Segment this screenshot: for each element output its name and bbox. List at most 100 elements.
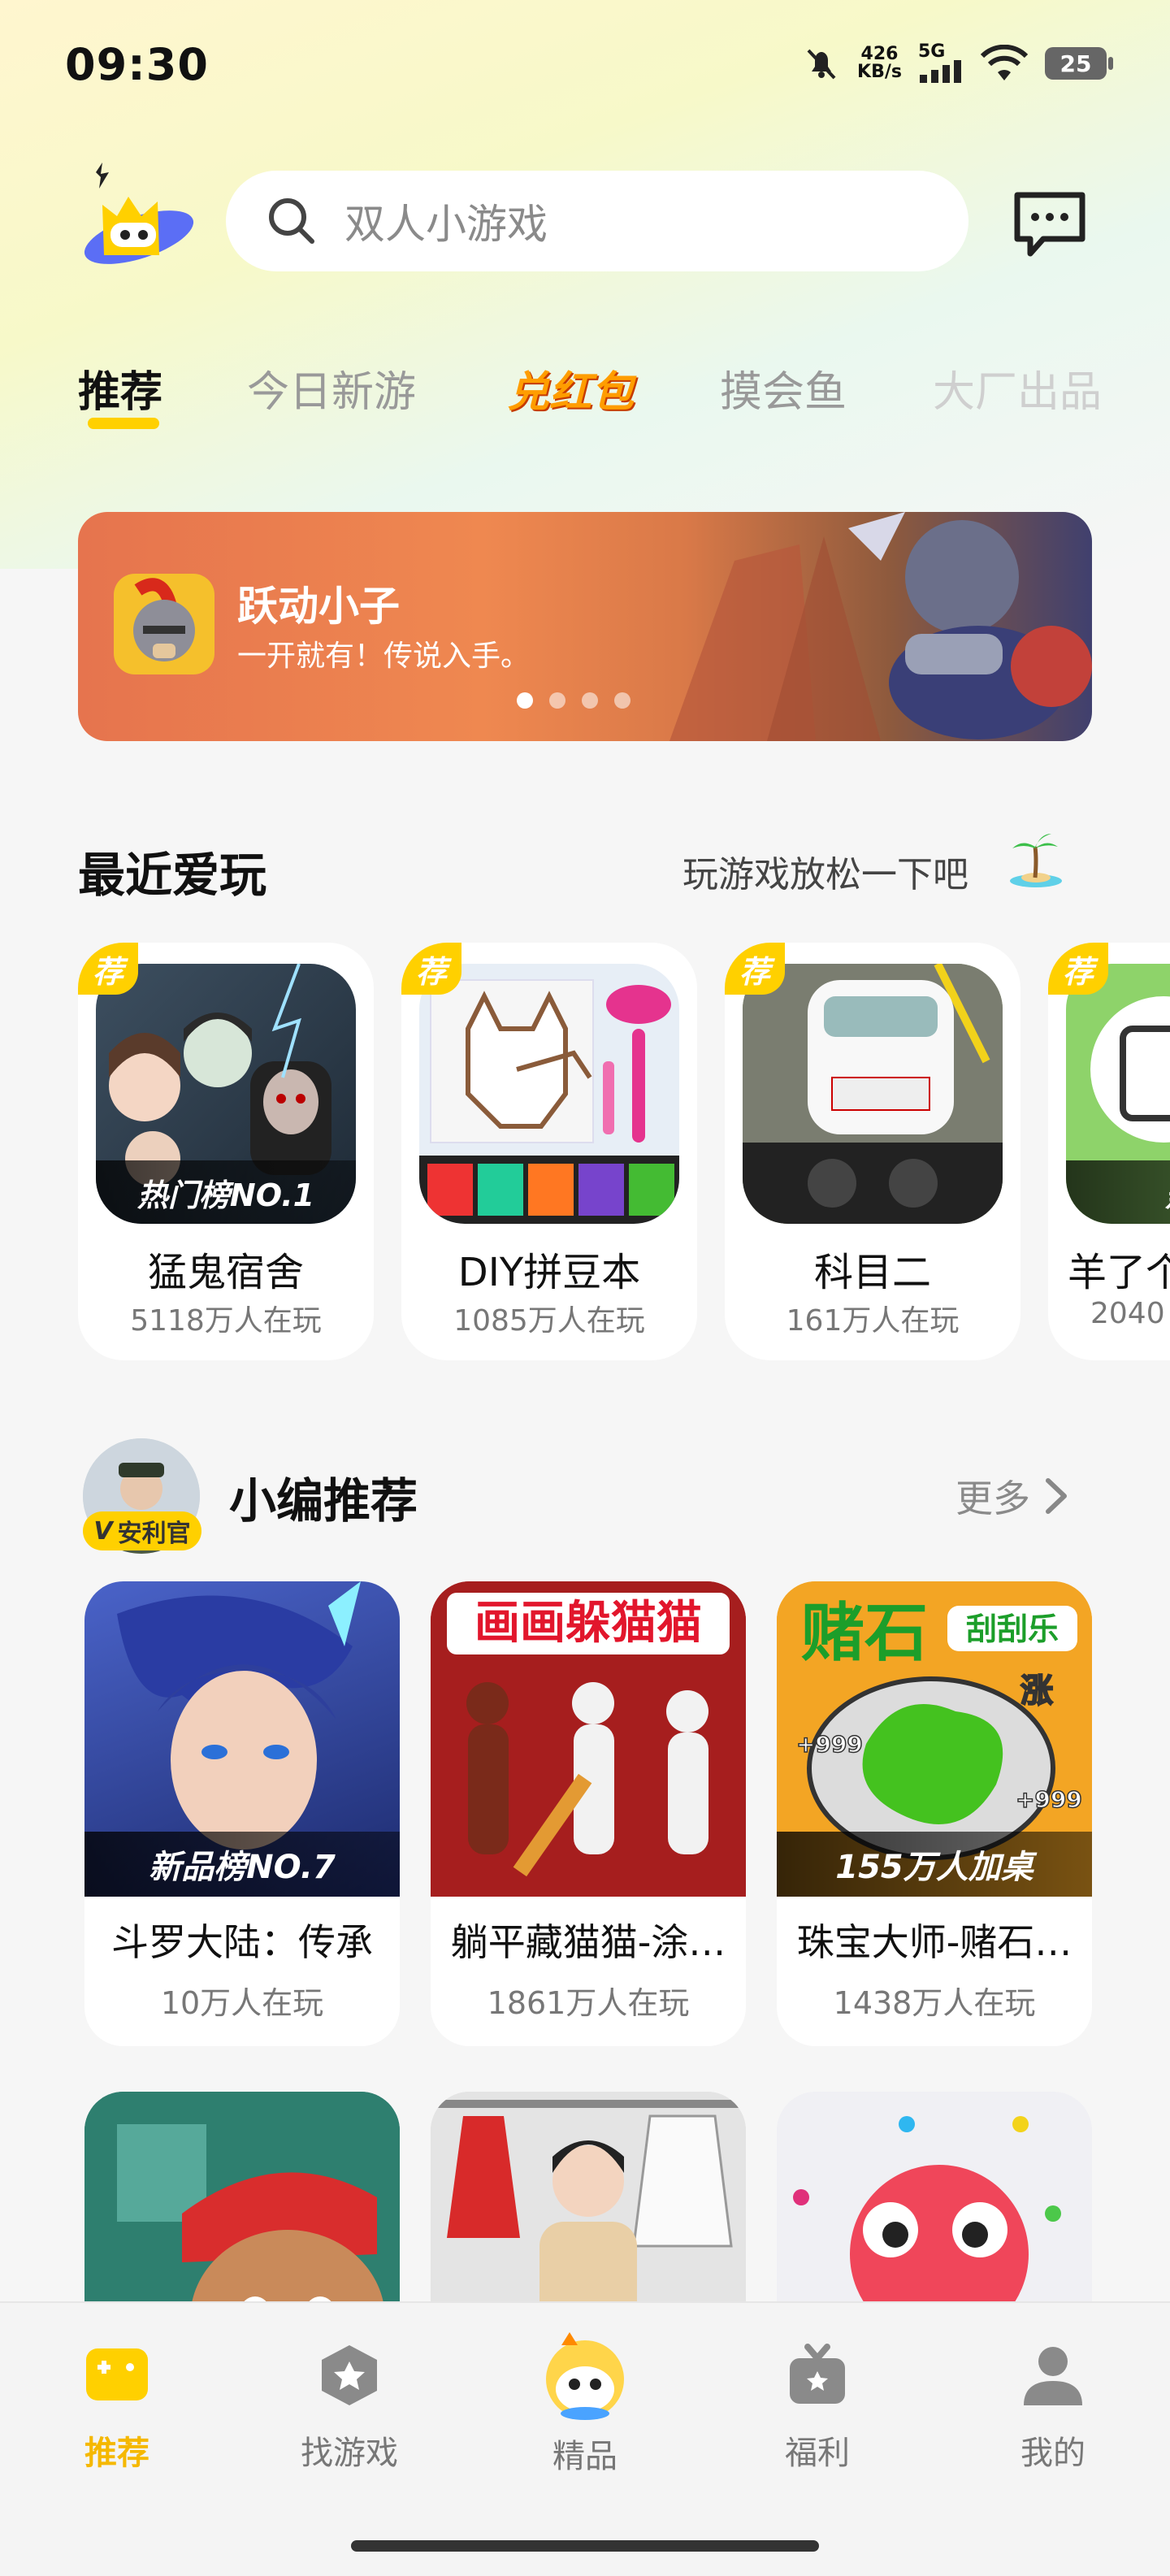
chevron-right-icon [1046,1478,1067,1514]
recent-game-card[interactable]: 荐 DIY拼豆本 1085万人在玩 [401,943,697,1360]
banner-artwork [670,512,1092,741]
hexagon-icon [322,2345,377,2405]
category-tabs: 推荐 今日新游 兑红包 摸会鱼 大厂出品 [78,358,1170,431]
game-cover [431,2092,746,2301]
nav-premium[interactable]: 精品 [504,2327,666,2477]
tab-red-packet[interactable]: 兑红包 [507,358,634,418]
bottom-nav: 推荐 找游戏 精品 福利 我的 [0,2301,1170,2576]
game-cover: 新品榜NO.7 [84,1581,400,1897]
pager-dot [614,692,630,709]
banner-pager [517,692,630,709]
game-name: 猛鬼宿舍 [147,1250,304,1295]
game-name: 珠宝大师-赌石… [796,1920,1072,1964]
art-title: 赌石 [801,1597,928,1670]
recommend-badge: 荐 [1048,943,1108,995]
battery-icon: 25 [1045,47,1113,80]
tab-big-studio[interactable]: 大厂出品 [933,358,1102,418]
game-players: 1085万人在玩 [453,1304,645,1338]
mascot-icon [546,2332,624,2420]
nav-profile[interactable]: 我的 [972,2340,1134,2474]
nav-label: 推荐 [84,2435,150,2472]
app-logo[interactable] [78,156,200,278]
art-badge-left: +999 [796,1731,863,1758]
game-card[interactable] [777,2092,1092,2301]
game-name: 科目二 [813,1250,931,1295]
nav-welfare[interactable]: 福利 [736,2340,899,2474]
tab-label: 推荐 [78,368,163,417]
game-card[interactable]: 画画躲猫猫 躺平藏猫猫-涂… 1861万人在玩 [431,1581,746,2046]
bead-art [419,979,679,1224]
status-icons: 426 KB/s 5G 25 [802,41,1113,83]
nav-find-games[interactable]: 找游戏 [268,2340,431,2474]
tab-recommend[interactable]: 推荐 [78,358,163,429]
recommend-badge: 荐 [401,943,462,995]
game-cover: 热门榜NO.1 [96,964,356,1224]
game-players: 161万人在玩 [786,1304,960,1338]
game-card[interactable] [431,2092,746,2301]
recommend-badge: 荐 [725,943,785,995]
status-time: 09:30 [65,39,209,90]
game-card[interactable] [84,2092,400,2301]
gamepad-icon [86,2348,148,2400]
nav-recommend[interactable]: 推荐 [36,2340,198,2474]
search-placeholder: 双人小游戏 [344,201,548,248]
more-link[interactable]: 更多 [956,1469,1068,1523]
game-cover: 热门 [1066,964,1170,1224]
dress-up-art [431,2092,746,2301]
editor-tag: V 安利官 [83,1511,202,1550]
net-speed: 426 KB/s [857,46,902,81]
knight-helmet-icon [133,578,195,661]
art-title: 画画躲猫猫 [474,1597,702,1650]
game-card[interactable]: 新品榜NO.7 斗罗大陆：传承 10万人在玩 [84,1581,400,2046]
game-cover [777,2092,1092,2301]
pager-dot [549,692,566,709]
recent-game-card[interactable]: 热门榜NO.1 荐 猛鬼宿舍 5118万人在玩 [78,943,374,1360]
subway-art [84,2092,400,2301]
recent-tip[interactable]: 玩游戏放松一下吧 [682,845,968,897]
game-cover: 画画躲猫猫 [431,1581,746,1897]
game-card[interactable]: 赌石 刮刮乐 涨 +999 +999 155万人加桌 珠宝大师-赌石… 1438… [777,1581,1092,2046]
blob-io-art [777,2092,1092,2301]
section-title-editor: 小编推荐 [229,1473,418,1529]
tab-slack-off[interactable]: 摸会鱼 [720,358,847,418]
net-speed-value: 426 [860,44,899,64]
editor-grid-row-1: 新品榜NO.7 斗罗大陆：传承 10万人在玩 画画躲猫猫 躺平藏猫猫-涂… 18… [84,1581,1092,2046]
game-cover [419,964,679,1224]
game-cover: 赌石 刮刮乐 涨 +999 +999 155万人加桌 [777,1581,1092,1897]
rank-strip: 热门 [1066,1160,1170,1224]
tab-active-indicator [88,418,159,429]
game-name: DIY拼豆本 [457,1250,641,1295]
section-title-recent: 最近爱玩 [78,848,267,903]
art-subtitle: 刮刮乐 [966,1611,1059,1647]
game-players: 5118万人在玩 [130,1304,322,1338]
nav-label: 精品 [552,2438,618,2475]
rank-strip: 155万人加桌 [777,1832,1092,1897]
recent-game-card[interactable]: 热门 荐 羊了个 2040 [1048,943,1170,1360]
message-icon[interactable] [1011,190,1089,258]
tab-new-today[interactable]: 今日新游 [247,358,416,418]
more-label: 更多 [956,1477,1030,1520]
editor-tag-label: 安利官 [117,1520,191,1548]
recommend-badge: 荐 [78,943,138,995]
banner-subtitle: 一开就有！传说入手。 [237,640,531,673]
promo-banner[interactable]: 跃动小子 一开就有！传说入手。 [78,512,1092,741]
user-icon [1024,2347,1082,2405]
game-players: 1861万人在玩 [487,1985,690,2021]
nav-label: 我的 [1020,2435,1086,2472]
banner-game-icon [114,574,214,674]
game-players: 2040 [1090,1297,1165,1330]
search-icon [269,198,314,244]
art-rise-label: 涨 [1020,1672,1053,1710]
game-players: 1438万人在玩 [833,1985,1036,2021]
palm-tree-icon [1010,834,1062,887]
mute-bell-icon [807,49,836,80]
game-name: 斗罗大陆：传承 [111,1920,373,1964]
nav-label: 福利 [785,2435,850,2472]
search-bar[interactable]: 双人小游戏 [226,171,968,271]
editor-grid-row-2 [84,2092,1092,2301]
network-type: 5G [918,41,946,62]
net-speed-unit: KB/s [857,62,902,82]
rank-strip: 热门榜NO.1 [96,1160,356,1224]
home-indicator[interactable] [351,2540,819,2552]
recent-game-card[interactable]: 荐 科目二 161万人在玩 [725,943,1020,1360]
